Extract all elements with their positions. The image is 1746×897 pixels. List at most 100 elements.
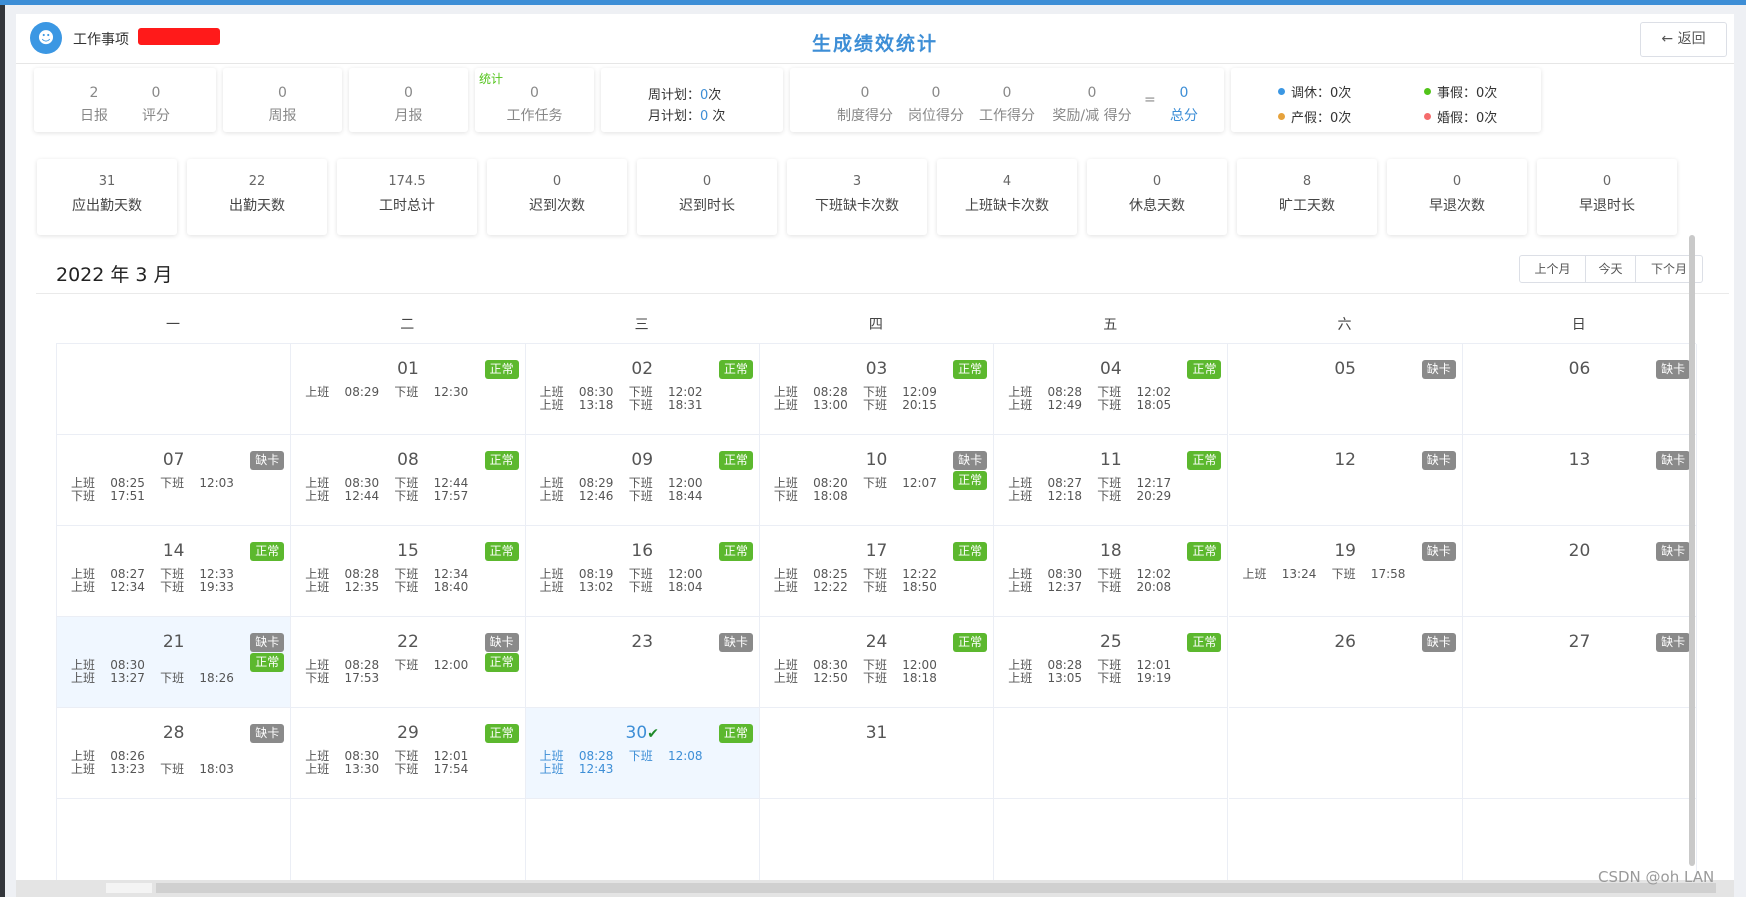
calendar-day[interactable]: 31 xyxy=(759,708,995,799)
punch-record: 上班 12:44 下班 17:57 xyxy=(305,489,469,503)
calendar-day[interactable]: 28 缺卡 上班 08:26 上班 13:23 下班 18:03 xyxy=(57,708,292,799)
calendar-day[interactable]: 27 缺卡 xyxy=(1462,617,1698,708)
calendar-cell xyxy=(57,799,292,882)
status-badge-normal: 正常 xyxy=(1187,360,1222,379)
calendar-day[interactable]: 25 正常 上班 08:28 下班 12:01 上班 13:05 下班 19:19 xyxy=(994,617,1229,708)
score-value: 0 xyxy=(151,85,161,101)
attendance-value: 0 xyxy=(1452,174,1462,189)
attendance-card[interactable]: 31 应出勤天数 xyxy=(37,159,177,235)
calendar-day[interactable]: 15 正常 上班 08:28 下班 12:34 上班 12:35 下班 18:40 xyxy=(291,526,526,617)
status-badge-normal: 正常 xyxy=(953,471,988,490)
day-number-text: 25 xyxy=(1100,632,1122,652)
punch-record: 上班 13:30 下班 17:54 xyxy=(305,762,469,776)
day-number-text: 17 xyxy=(865,541,888,561)
total-score-stat: 0 总分 xyxy=(1156,82,1212,128)
back-button[interactable]: ← 返回 xyxy=(1640,22,1727,57)
attendance-card[interactable]: 174.5 工时总计 xyxy=(337,159,477,235)
attendance-card[interactable]: 0 早退时长 xyxy=(1537,159,1677,235)
day-number-text: 30 xyxy=(625,723,648,743)
daily-report-stat[interactable]: 2 日报 xyxy=(64,82,124,128)
weekday-label: 三 xyxy=(634,317,649,333)
status-badge-normal: 正常 xyxy=(718,360,753,379)
calendar-day[interactable]: 08 正常 上班 08:30 下班 12:44 上班 12:44 下班 17:57 xyxy=(291,435,526,526)
calendar-day[interactable]: 26 缺卡 xyxy=(1228,617,1463,708)
calendar-month-title: 2022 年 3 月 xyxy=(56,264,173,286)
weekday-label: 四 xyxy=(868,317,883,333)
attendance-value: 0 xyxy=(702,174,712,189)
work-task-card[interactable]: 统计 0 工作任务 xyxy=(475,68,594,132)
status-badge-missing: 缺卡 xyxy=(484,633,519,652)
status-badge-normal: 正常 xyxy=(484,542,519,561)
status-badge-normal: 正常 xyxy=(1187,633,1222,652)
punch-record: 上班 12:49 下班 18:05 xyxy=(1008,398,1172,412)
calendar-day[interactable]: 24 正常 上班 08:30 下班 12:00 上班 12:50 下班 18:18 xyxy=(759,617,995,708)
calendar-day[interactable]: 20 缺卡 xyxy=(1462,526,1698,617)
calendar-day[interactable]: 03 正常 上班 08:28 下班 12:09 上班 13:00 下班 20:15 xyxy=(759,344,995,435)
calendar-day[interactable]: 17 正常 上班 08:25 下班 12:22 上班 12:22 下班 18:50 xyxy=(759,526,995,617)
calendar-day[interactable]: 02 正常 上班 08:30 下班 12:02 上班 13:18 下班 18:31 xyxy=(525,344,760,435)
day-number-text: 01 xyxy=(397,359,419,379)
week-plan-row: 周计划：0次 xyxy=(648,84,721,103)
day-number-text: 31 xyxy=(865,723,888,743)
daily-report-value: 2 xyxy=(89,85,99,101)
calendar-day[interactable]: 06 缺卡 xyxy=(1462,344,1698,435)
punch-record: 上班 13:23 下班 18:03 xyxy=(71,762,234,776)
calendar-day[interactable]: 18 正常 上班 08:30 下班 12:02 上班 12:37 下班 20:08 xyxy=(994,526,1229,617)
calendar-day[interactable]: 16 正常 上班 08:19 下班 12:00 上班 13:02 下班 18:04 xyxy=(525,526,760,617)
calendar-day[interactable]: 11 正常 上班 08:27 下班 12:17 上班 12:18 下班 20:29 xyxy=(994,435,1229,526)
monthly-report-card[interactable]: 0 月报 xyxy=(349,68,468,132)
leave-dot-icon xyxy=(1278,113,1285,120)
punch-record: 上班 13:24 下班 17:58 xyxy=(1242,567,1406,581)
calendar-day[interactable]: 13 缺卡 xyxy=(1462,435,1698,526)
attendance-card[interactable]: 22 出勤天数 xyxy=(187,159,327,235)
calendar-day[interactable]: 07 缺卡 上班 08:25 下班 12:03 下班 17:51 xyxy=(57,435,292,526)
horizontal-scrollbar-thumb[interactable] xyxy=(156,883,1716,893)
day-number-text: 07 xyxy=(162,450,185,470)
equals-sign: = xyxy=(1144,92,1156,108)
leave-dot-icon xyxy=(1424,113,1431,120)
attendance-card[interactable]: 0 休息天数 xyxy=(1087,159,1227,235)
prev-month-button[interactable]: 上个月 xyxy=(1520,256,1586,282)
status-badge-normal: 正常 xyxy=(250,542,285,561)
weekly-report-card[interactable]: 0 周报 xyxy=(223,68,342,132)
calendar-day[interactable]: 01 正常 上班 08:29 下班 12:30 xyxy=(291,344,526,435)
calendar-day[interactable]: 14 正常 上班 08:27 下班 12:33 上班 12:34 下班 19:33 xyxy=(57,526,292,617)
attendance-card[interactable]: 0 早退次数 xyxy=(1387,159,1527,235)
monthly-report-value: 0 xyxy=(404,85,413,101)
status-badge-missing: 缺卡 xyxy=(1656,542,1691,561)
calendar-day[interactable]: 05 缺卡 xyxy=(1228,344,1463,435)
system-score-value: 0 xyxy=(860,85,870,101)
attendance-label: 应出勤天数 xyxy=(72,198,142,214)
punch-record: 上班 13:00 下班 20:15 xyxy=(773,398,937,412)
calendar-day[interactable]: 23 缺卡 xyxy=(525,617,760,708)
attendance-stat: 174.5 工时总计 xyxy=(337,171,477,219)
attendance-card[interactable]: 8 旷工天数 xyxy=(1237,159,1377,235)
calendar-day[interactable]: 22 缺卡 正常 上班 08:28 下班 12:00 下班 17:53 xyxy=(291,617,526,708)
calendar-day[interactable]: 29 正常 上班 08:30 下班 12:01 上班 13:30 下班 17:54 xyxy=(291,708,526,799)
calendar-day[interactable]: 04 正常 上班 08:28 下班 12:02 上班 12:49 下班 18:05 xyxy=(994,344,1229,435)
calendar-day[interactable]: 12 缺卡 xyxy=(1228,435,1463,526)
leave-name: 事假： xyxy=(1437,86,1477,101)
score-stat[interactable]: 0 评分 xyxy=(126,82,186,128)
weekly-report-stat: 0 周报 xyxy=(223,82,342,128)
attendance-card[interactable]: 0 迟到时长 xyxy=(637,159,777,235)
calendar-day[interactable]: 30✔ 正常 上班 08:28 下班 12:08 上班 12:43 xyxy=(525,708,760,799)
bonus-score-value: 0 xyxy=(1087,85,1097,101)
calendar-day[interactable]: 09 正常 上班 08:29 下班 12:00 上班 12:46 下班 18:44 xyxy=(525,435,760,526)
vertical-scrollbar[interactable] xyxy=(1689,235,1695,866)
attendance-stat: 0 休息天数 xyxy=(1087,171,1227,219)
attendance-value: 3 xyxy=(852,174,862,189)
attendance-card[interactable]: 4 上班缺卡次数 xyxy=(937,159,1077,235)
attendance-card[interactable]: 3 下班缺卡次数 xyxy=(787,159,927,235)
calendar-day[interactable]: 19 缺卡 上班 13:24 下班 17:58 xyxy=(1228,526,1463,617)
bonus-score-label: 奖励/减 得分 xyxy=(1052,108,1132,124)
attendance-card[interactable]: 0 迟到次数 xyxy=(487,159,627,235)
bonus-score-stat: 0 奖励/减 得分 xyxy=(1044,82,1140,128)
attendance-value: 0 xyxy=(1602,174,1612,189)
calendar-day[interactable]: 21 缺卡 正常 上班 08:30 上班 13:27 下班 18:26 xyxy=(57,617,292,708)
weekday-label: 二 xyxy=(400,317,415,333)
attendance-label: 早退时长 xyxy=(1579,198,1635,214)
calendar-day[interactable]: 10 缺卡 正常 上班 08:20 下班 12:07 下班 18:08 xyxy=(759,435,995,526)
today-button[interactable]: 今天 xyxy=(1586,256,1636,282)
punch-record: 下班 17:51 xyxy=(71,489,145,503)
